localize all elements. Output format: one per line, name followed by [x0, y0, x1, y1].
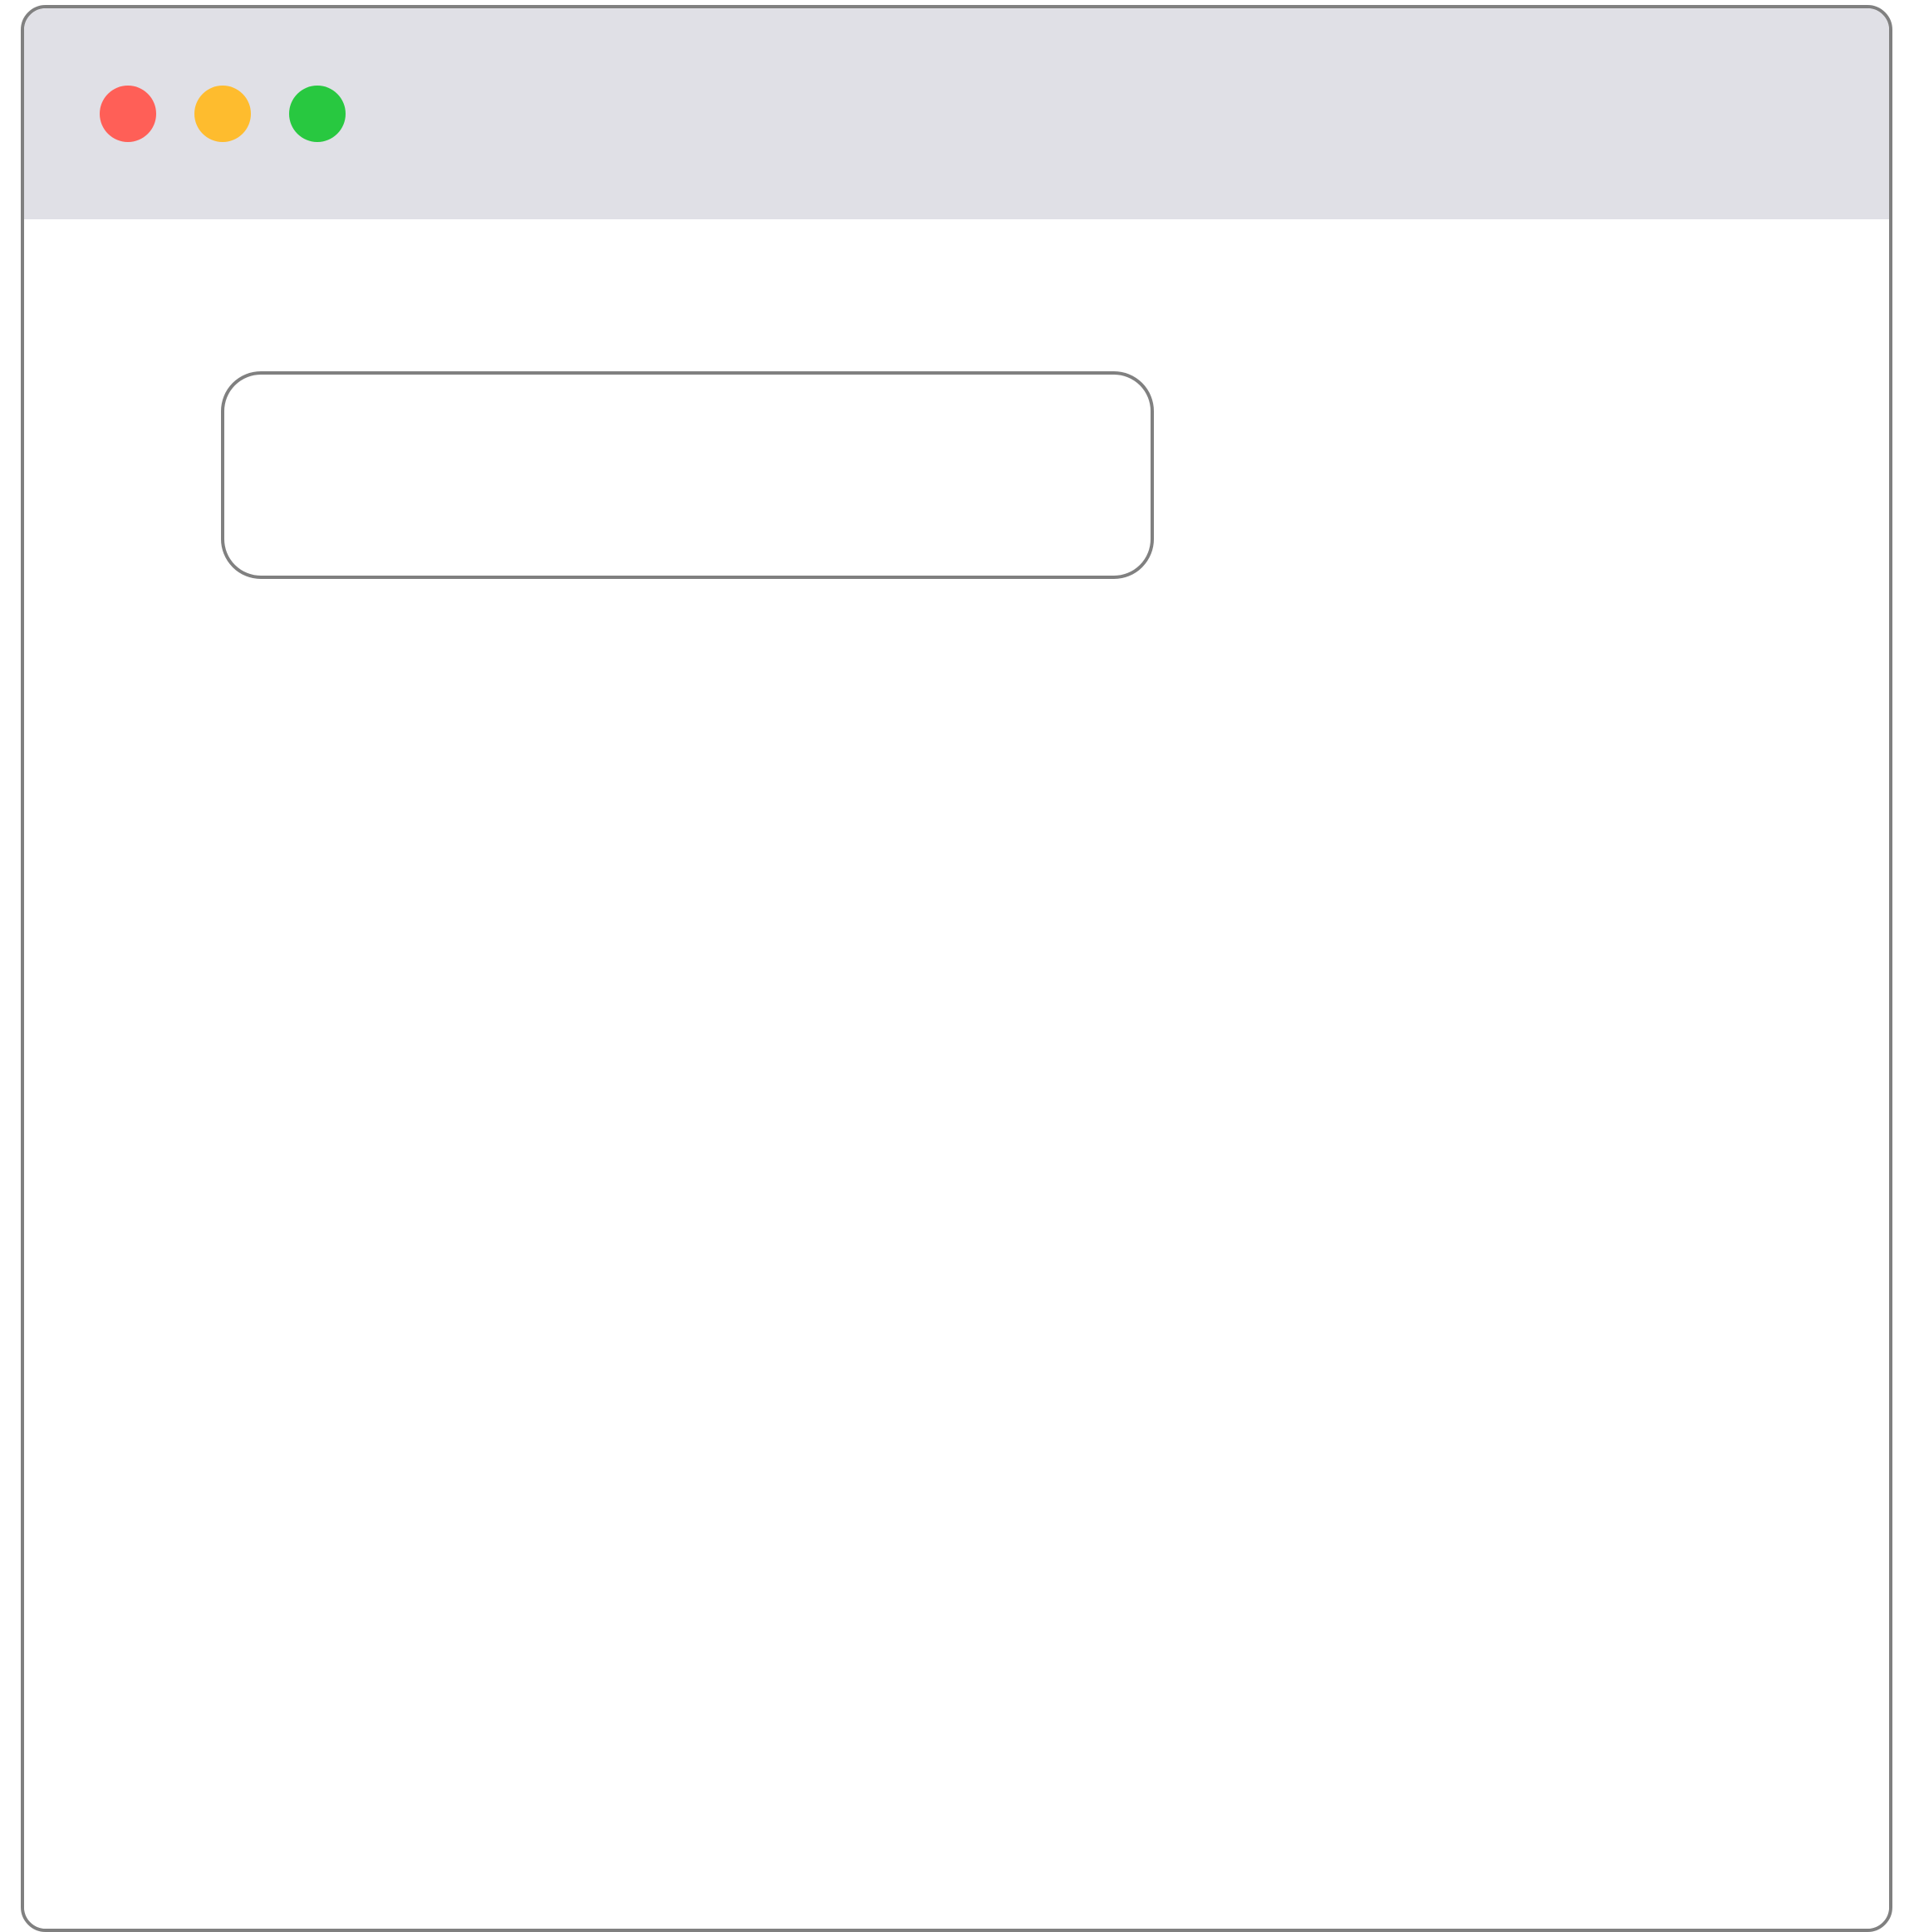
text-box[interactable]: [221, 371, 1154, 579]
app-window: [21, 5, 1892, 1932]
close-button[interactable]: [100, 86, 156, 142]
title-bar[interactable]: [24, 8, 1889, 219]
zoom-button[interactable]: [289, 86, 346, 142]
minimize-button[interactable]: [194, 86, 251, 142]
